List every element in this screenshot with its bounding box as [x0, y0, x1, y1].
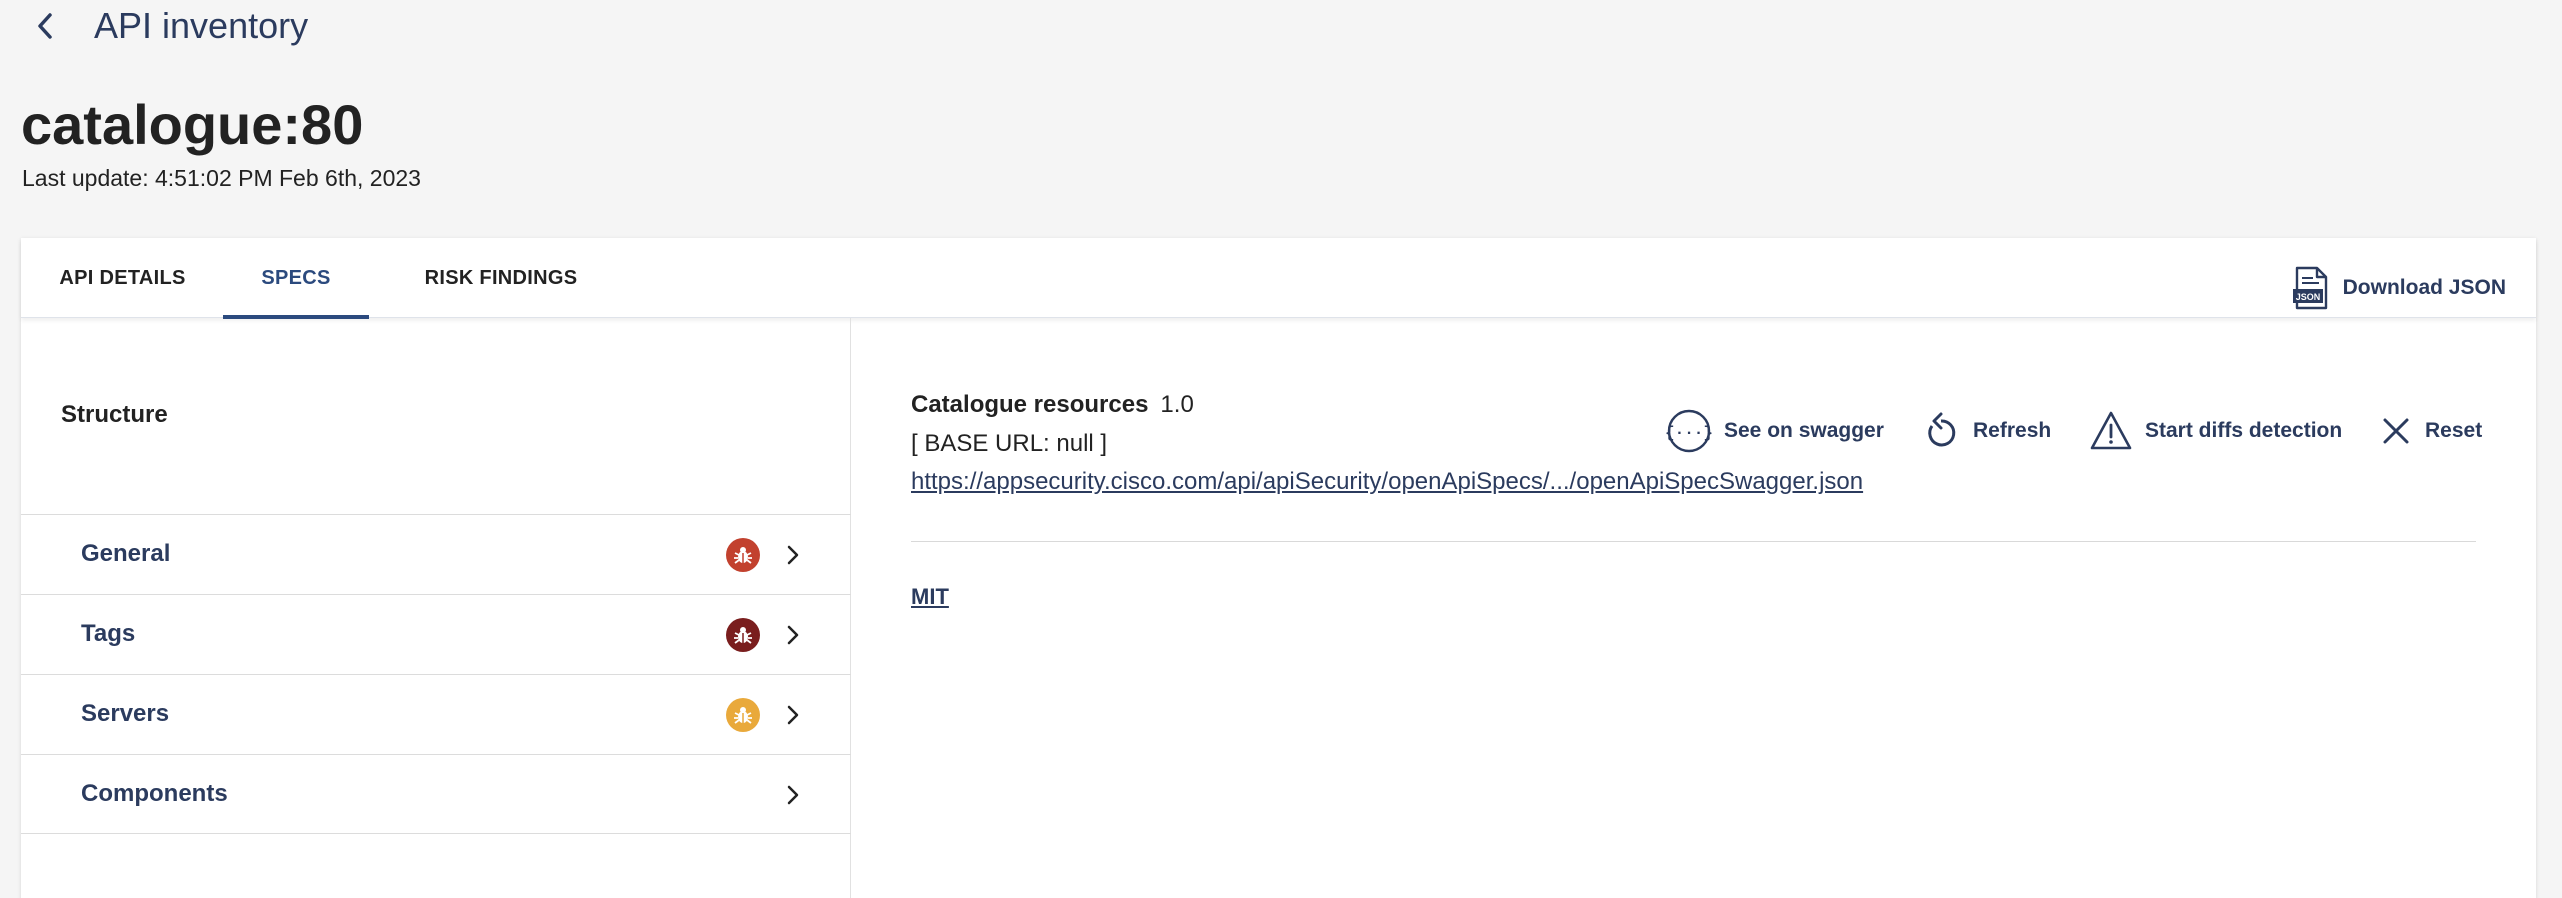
structure-list: General Tags Servers Components	[21, 514, 851, 834]
structure-pane: Structure General Tags Servers Component…	[21, 318, 851, 898]
swagger-icon: {···}	[1666, 409, 1712, 453]
spec-title: Catalogue resources	[911, 391, 1149, 418]
chevron-right-icon	[779, 701, 807, 729]
base-url-text: [ BASE URL: null ]	[911, 430, 1108, 457]
reset-button[interactable]: Reset	[2379, 406, 2482, 456]
structure-item-tags[interactable]: Tags	[21, 594, 851, 674]
chevron-right-icon	[779, 541, 807, 569]
back-button[interactable]	[28, 6, 62, 46]
spec-pane: Catalogue resources 1.0 [ BASE URL: null…	[911, 318, 2501, 898]
start-diffs-detection-button[interactable]: Start diffs detection	[2089, 406, 2342, 456]
bug-icon	[726, 618, 760, 652]
tab-specs[interactable]: SPECS	[223, 238, 369, 319]
chevron-right-icon	[779, 621, 807, 649]
top-bar: API inventory	[0, 0, 2562, 52]
content-card: API DETAILS SPECS RISK FINDINGS JSON Dow…	[21, 238, 2536, 898]
divider	[911, 541, 2476, 542]
start-diffs-detection-label: Start diffs detection	[2145, 419, 2343, 442]
structure-item-label: General	[81, 540, 171, 567]
spec-swagger-link[interactable]: https://appsecurity.cisco.com/api/apiSec…	[911, 468, 1863, 496]
refresh-button[interactable]: Refresh	[1921, 406, 2051, 456]
see-on-swagger-button[interactable]: {···} See on swagger	[1666, 406, 1884, 456]
structure-item-label: Servers	[81, 700, 170, 727]
page-title: catalogue:80	[21, 93, 364, 156]
last-update-text: Last update: 4:51:02 PM Feb 6th, 2023	[22, 165, 421, 191]
spec-version: 1.0	[1160, 391, 1194, 418]
warning-icon	[2090, 411, 2132, 450]
refresh-icon	[1928, 412, 1956, 447]
bug-icon	[726, 698, 760, 732]
tab-risk-findings[interactable]: RISK FINDINGS	[387, 238, 615, 318]
close-icon	[2383, 418, 2409, 444]
license-link[interactable]: MIT	[911, 584, 949, 610]
structure-item-components[interactable]: Components	[21, 754, 851, 834]
structure-item-servers[interactable]: Servers	[21, 674, 851, 754]
breadcrumb-title[interactable]: API inventory	[94, 4, 308, 48]
bug-icon	[726, 538, 760, 572]
spec-header: Catalogue resources 1.0	[911, 391, 1194, 419]
see-on-swagger-label: See on swagger	[1724, 419, 1884, 442]
tab-bar: API DETAILS SPECS RISK FINDINGS JSON Dow…	[21, 238, 2536, 319]
chevron-right-icon	[779, 781, 807, 809]
chevron-left-icon	[38, 13, 52, 39]
tab-api-details[interactable]: API DETAILS	[41, 238, 204, 318]
download-json-label: Download JSON	[2342, 276, 2506, 299]
json-file-icon: JSON	[2292, 266, 2327, 310]
structure-item-label: Tags	[81, 620, 136, 647]
svg-text:JSON: JSON	[2295, 292, 2320, 302]
structure-item-general[interactable]: General	[21, 514, 851, 594]
reset-label: Reset	[2425, 419, 2483, 442]
structure-title: Structure	[61, 401, 168, 428]
svg-text:{···}: {···}	[1666, 424, 1712, 442]
refresh-label: Refresh	[1973, 419, 2052, 442]
structure-item-label: Components	[81, 780, 228, 807]
download-json-button[interactable]: JSON Download JSON	[2292, 266, 2506, 310]
